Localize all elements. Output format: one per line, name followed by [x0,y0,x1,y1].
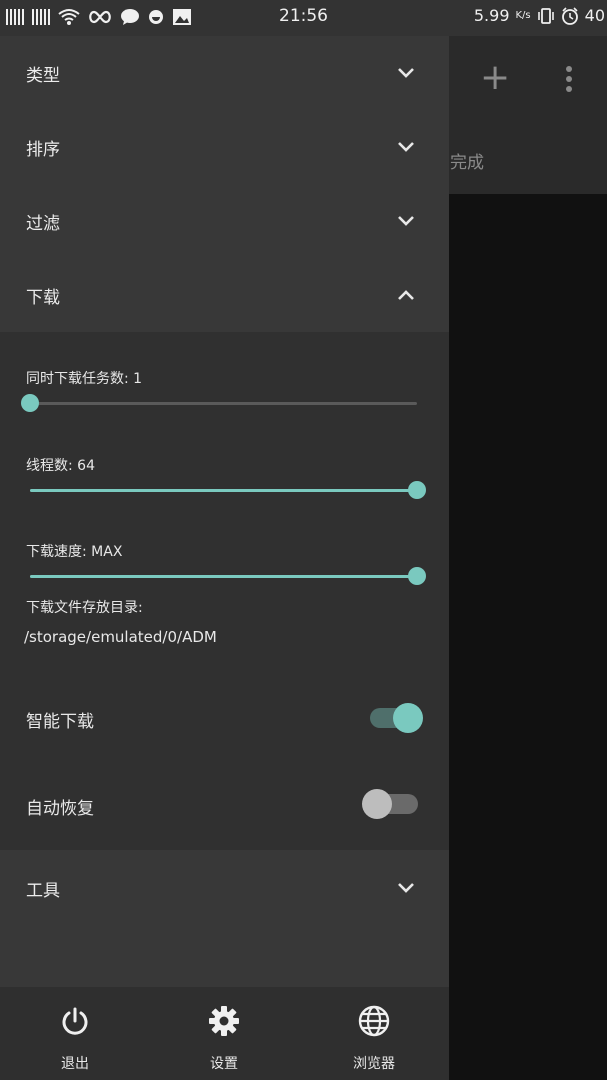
concurrent-tasks-label: 同时下载任务数: 1 [26,371,143,387]
section-label: 排序 [26,139,60,160]
chevron-up-icon [398,290,414,300]
threads-slider-thumb[interactable] [408,481,426,499]
exit-button[interactable]: 退出 [15,987,135,1080]
alarm-icon [561,6,578,25]
net-speed-unit: K/s [515,10,531,21]
section-label: 类型 [26,65,60,86]
section-download[interactable]: 下载 [0,258,449,332]
section-tools[interactable]: 工具 [0,851,449,925]
settings-label: 设置 [210,1056,238,1072]
threads-slider-fill [30,489,417,492]
download-speed-label: 下载速度: MAX [26,544,123,560]
chevron-down-icon [398,883,414,893]
download-dir-path[interactable]: /storage/emulated/0/ADM [24,628,217,646]
power-icon [62,1007,88,1035]
section-type[interactable]: 类型 [0,36,449,110]
smart-download-switch-thumb[interactable] [393,703,423,733]
download-speed-slider-fill [30,575,417,578]
section-label: 过滤 [26,213,60,234]
download-speed-slider-thumb[interactable] [408,567,426,585]
background-tab-label: 完成 [450,153,484,173]
concurrent-tasks-slider-thumb[interactable] [21,394,39,412]
section-label: 下载 [26,287,60,308]
more-vert-icon[interactable] [566,66,572,92]
section-label: 工具 [26,880,60,901]
globe-icon [358,1005,390,1037]
exit-label: 退出 [61,1056,89,1072]
status-right-icons: 5.99 K/s 40 [474,6,605,25]
settings-button[interactable]: 设置 [164,987,284,1080]
download-settings-panel: 同时下载任务数: 1 线程数: 64 下载速度: MAX 下载文件存放目录: /… [0,332,449,850]
chevron-down-icon [398,216,414,226]
browser-button[interactable]: 浏览器 [314,987,434,1080]
auto-resume-label: 自动恢复 [26,799,94,819]
download-dir-label: 下载文件存放目录: [26,600,143,616]
vibrate-icon [537,7,554,24]
status-bar: 21:56 5.99 K/s 40 [0,0,607,36]
threads-label: 线程数: 64 [26,458,95,474]
chevron-down-icon [398,142,414,152]
net-speed: 5.99 [473,6,510,25]
battery-level: 40 [584,6,605,25]
add-icon[interactable]: + [480,60,510,96]
section-filter[interactable]: 过滤 [0,184,449,258]
gear-icon [209,1006,239,1036]
drawer-bottom-bar: 退出 设置 浏览器 [0,987,449,1080]
smart-download-label: 智能下载 [26,712,94,732]
chevron-down-icon [398,68,414,78]
auto-resume-switch-thumb[interactable] [362,789,392,819]
navigation-drawer: 类型 排序 过滤 下载 同时下载任务数: 1 线程数: 64 下载速度: MAX… [0,36,449,1080]
browser-label: 浏览器 [353,1056,395,1072]
concurrent-tasks-slider-track[interactable] [30,402,417,405]
section-sort[interactable]: 排序 [0,110,449,184]
